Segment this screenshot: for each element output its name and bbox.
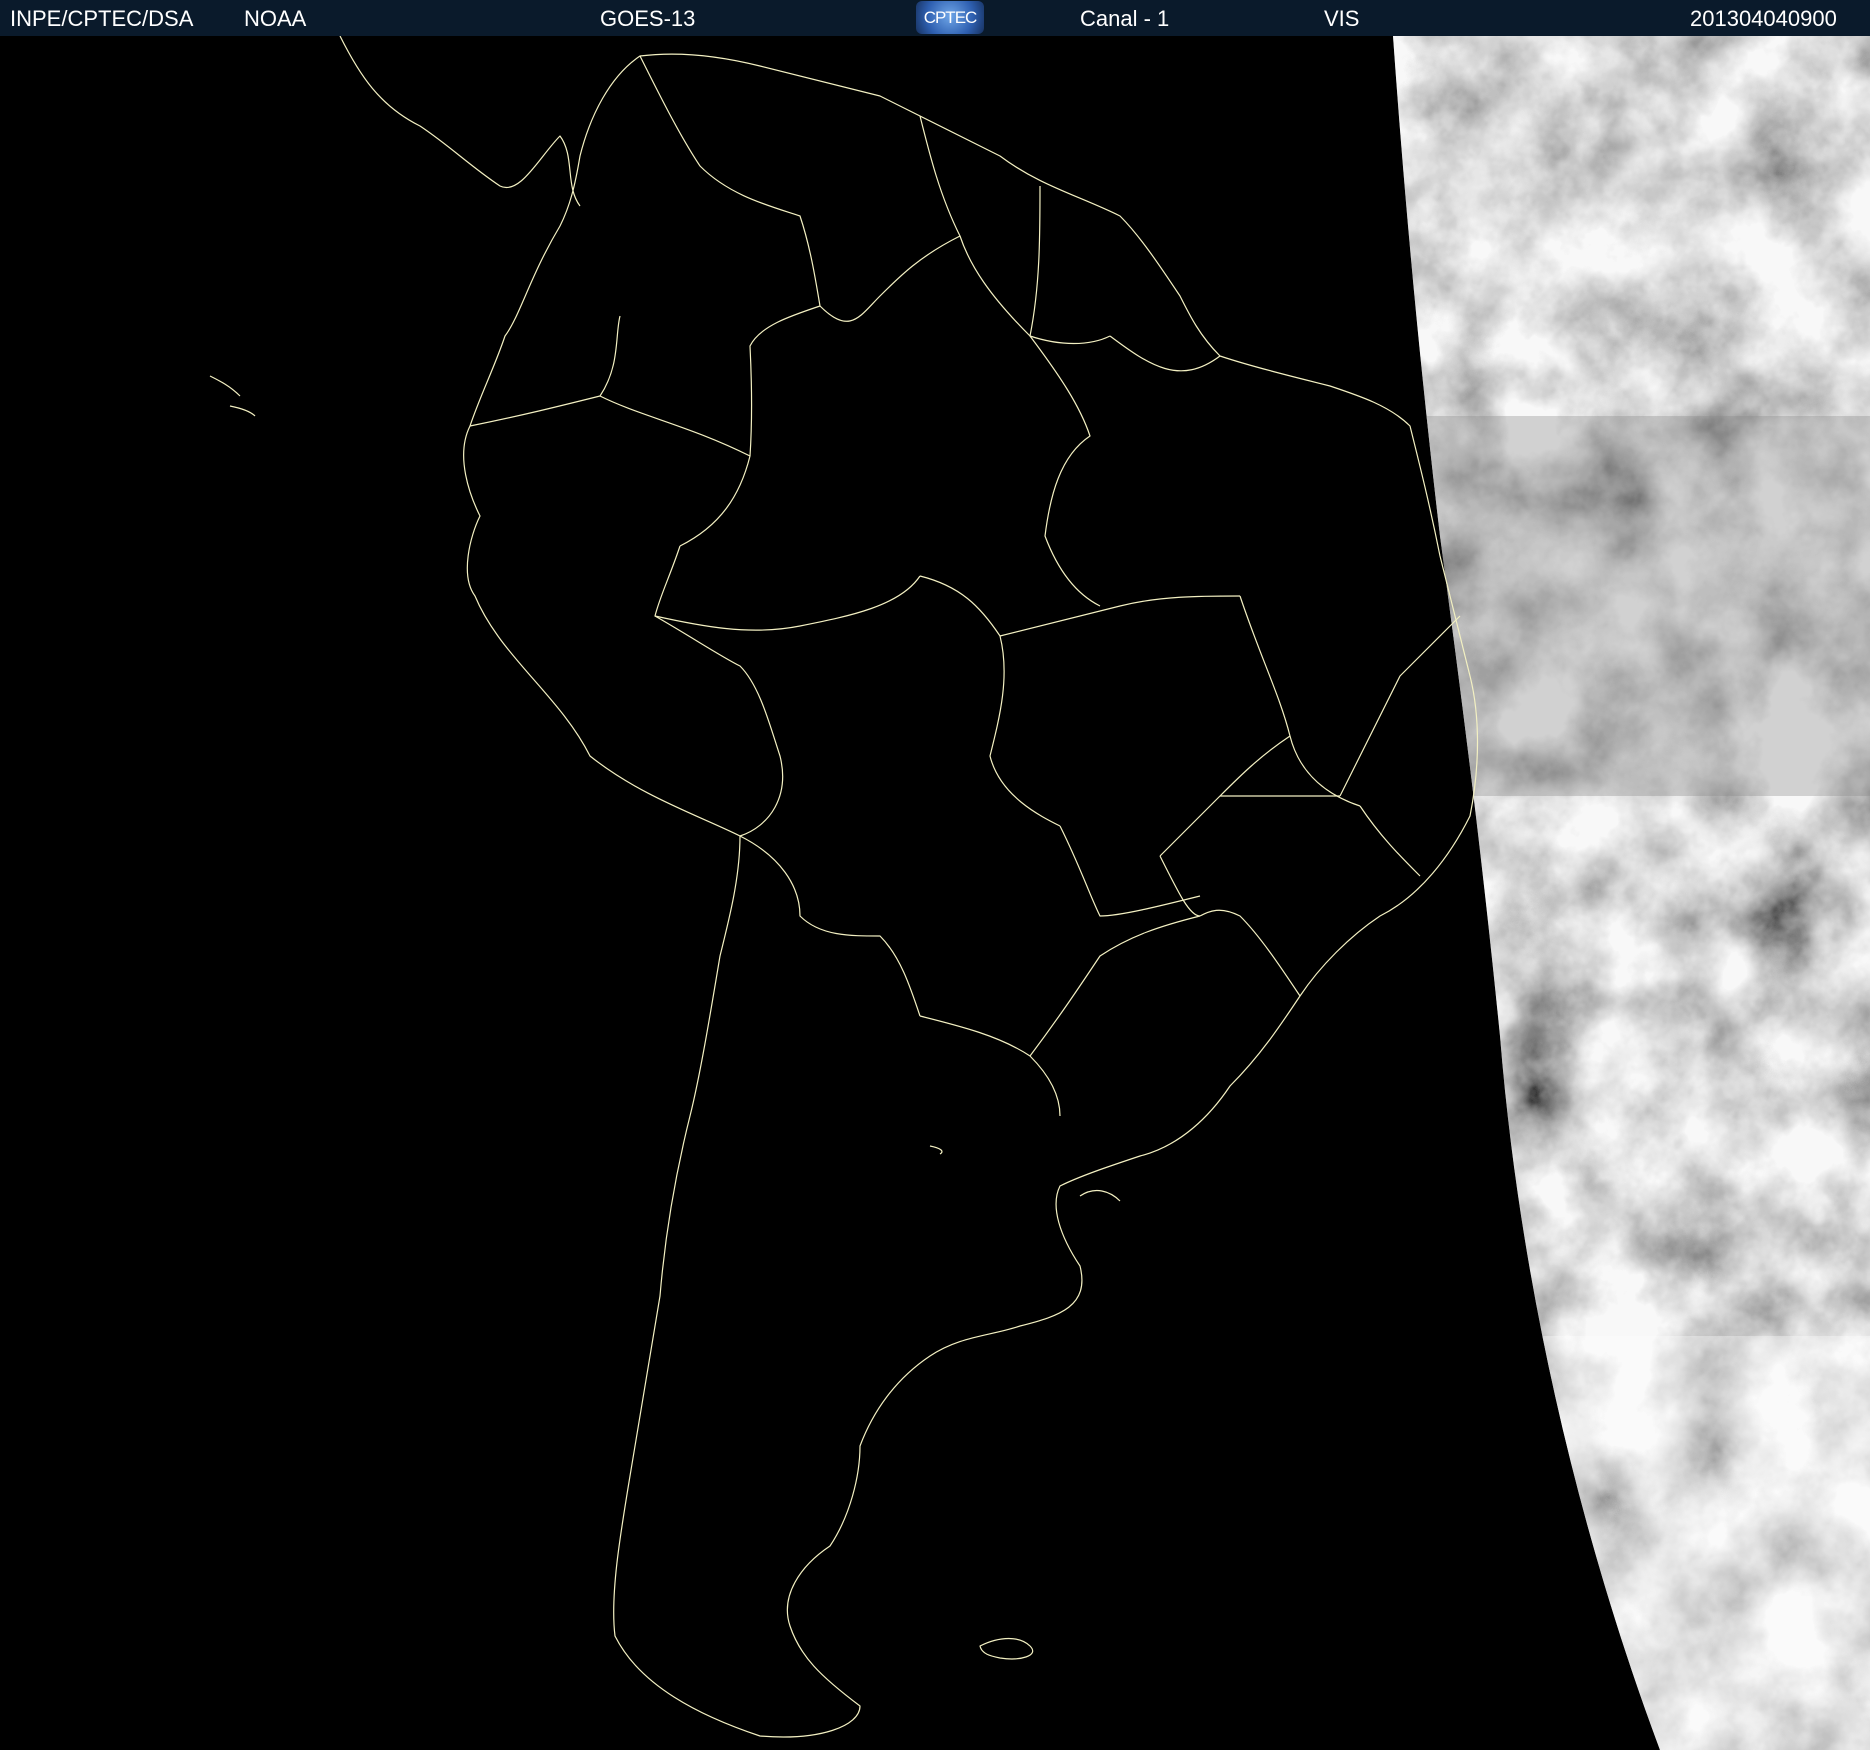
logo-text: CPTEC — [923, 8, 978, 27]
map-svg — [0, 36, 1870, 1750]
timestamp-label: 201304040900 — [1690, 6, 1837, 31]
satellite-image — [0, 36, 1870, 1750]
header-bar: INPE/CPTEC/DSA NOAA GOES-13 CPTEC Canal … — [0, 0, 1870, 36]
organization-label: INPE/CPTEC/DSA — [10, 6, 194, 31]
channel-label: Canal - 1 — [1080, 6, 1170, 31]
agency-label: NOAA — [244, 6, 307, 31]
band-label: VIS — [1324, 6, 1360, 31]
satellite-label: GOES-13 — [600, 6, 696, 31]
cptec-logo: CPTEC — [916, 1, 984, 34]
